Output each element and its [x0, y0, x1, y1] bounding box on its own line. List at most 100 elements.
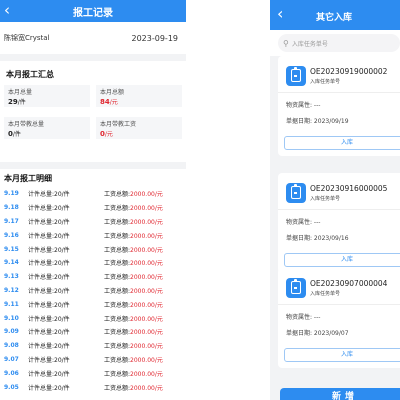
- row-date: 9.06: [4, 369, 19, 377]
- detail-row[interactable]: 9.13 计件总量:20/件 工资总额:2000.00/元: [4, 270, 186, 284]
- row-quantity: 计件总量:20/件: [28, 329, 70, 337]
- row-quantity: 计件总量:20/件: [28, 356, 70, 364]
- inbound-button[interactable]: 入库: [284, 348, 400, 362]
- detail-row[interactable]: 9.19 计件总量:20/件 工资总额:2000.00/元: [4, 187, 186, 201]
- row-quantity: 计件总量:20/件: [28, 384, 70, 392]
- row-date: 9.15: [4, 245, 19, 253]
- detail-list: 9.19 计件总量:20/件 工资总额:2000.00/元 9.18 计件总量:20/件…: [0, 187, 186, 394]
- order-code: OE20230916000005: [310, 184, 388, 193]
- detail-row[interactable]: 9.08 计件总量:20/件 工资总额:2000.00/元: [4, 339, 186, 353]
- row-wage: 工资总额:2000.00/元: [104, 205, 163, 213]
- row-quantity: 计件总量:20/件: [28, 343, 70, 351]
- row-quantity: 计件总量:20/件: [28, 191, 70, 199]
- row-date: 9.16: [4, 231, 19, 239]
- row-quantity: 计件总量:20/件: [28, 205, 70, 213]
- row-date: 9.18: [4, 204, 19, 212]
- row-date: 9.05: [4, 383, 19, 391]
- row-date: 9.09: [4, 328, 19, 336]
- stat-value: 0/元: [100, 130, 113, 138]
- divider: [278, 304, 400, 305]
- row-date: 9.07: [4, 355, 19, 363]
- stat-value: 29/件: [8, 98, 26, 106]
- stat-value: 0/件: [8, 130, 21, 138]
- row-quantity: 计件总量:20/件: [28, 246, 70, 254]
- chevron-left-icon[interactable]: ‹: [277, 5, 283, 23]
- detail-row[interactable]: 9.14 计件总量:20/件 工资总额:2000.00/元: [4, 256, 186, 270]
- search-placeholder: 入库任务单号: [291, 40, 328, 48]
- detail-row[interactable]: 9.10 计件总量:20/件 工资总额:2000.00/元: [4, 311, 186, 325]
- monthly-detail-card: 本月报工明细 9.19 计件总量:20/件 工资总额:2000.00/元 9.18 计件…: [0, 169, 186, 400]
- user-bar: 陈锦宽Crystal 2023-09-19: [0, 22, 186, 54]
- row-quantity: 计件总量:20/件: [28, 370, 70, 378]
- row-wage: 工资总额:2000.00/元: [104, 329, 163, 337]
- detail-row[interactable]: 9.11 计件总量:20/件 工资总额:2000.00/元: [4, 297, 186, 311]
- stat-value: 84/元: [100, 98, 118, 106]
- stat-label: 本月带教总量: [8, 121, 45, 128]
- row-quantity: 计件总量:20/件: [28, 232, 70, 240]
- row-date: 9.19: [4, 190, 19, 198]
- row-wage: 工资总额:2000.00/元: [104, 315, 163, 323]
- detail-row[interactable]: 9.12 计件总量:20/件 工资总额:2000.00/元: [4, 284, 186, 298]
- row-quantity: 计件总量:20/件: [28, 287, 70, 295]
- detail-row[interactable]: 9.17 计件总量:20/件 工资总额:2000.00/元: [4, 215, 186, 229]
- search-input[interactable]: ⚲ 入库任务单号: [278, 34, 400, 52]
- inbound-card[interactable]: OE20230919000002 入库任务单号 物资属性: --- 单据日期: 202…: [278, 56, 400, 156]
- order-type: 入库任务单号: [310, 79, 341, 85]
- order-code: OE20230907000004: [310, 279, 388, 288]
- detail-title: 本月报工明细: [4, 174, 52, 183]
- material-attribute: 物资属性: ---: [286, 102, 321, 109]
- inbound-button[interactable]: 入库: [284, 136, 400, 150]
- detail-row[interactable]: 9.05 计件总量:20/件 工资总额:2000.00/元: [4, 380, 186, 394]
- order-type: 入库任务单号: [310, 291, 341, 297]
- row-date: 9.10: [4, 314, 19, 322]
- user-name: 陈锦宽Crystal: [4, 34, 50, 42]
- detail-row[interactable]: 9.09 计件总量:20/件 工资总额:2000.00/元: [4, 325, 186, 339]
- page-title: 报工记录: [73, 8, 113, 19]
- header-bar: ‹ 报工记录: [0, 0, 186, 22]
- detail-row[interactable]: 9.16 计件总量:20/件 工资总额:2000.00/元: [4, 228, 186, 242]
- clipboard-icon: [286, 66, 306, 86]
- stat-teaching-wage: 本月带教工资 0/元: [96, 117, 182, 139]
- detail-row[interactable]: 9.15 计件总量:20/件 工资总额:2000.00/元: [4, 242, 186, 256]
- detail-row[interactable]: 9.18 计件总量:20/件 工资总额:2000.00/元: [4, 201, 186, 215]
- row-wage: 工资总额:2000.00/元: [104, 246, 163, 254]
- inbound-card[interactable]: OE20230907000004 入库任务单号 物资属性: --- 单据日期: 202…: [278, 268, 400, 368]
- row-date: 9.12: [4, 286, 19, 294]
- row-wage: 工资总额:2000.00/元: [104, 343, 163, 351]
- header-bar: ‹ 其它入库: [270, 0, 400, 30]
- material-attribute: 物资属性: ---: [286, 219, 321, 226]
- add-button[interactable]: 新增: [280, 388, 400, 400]
- page-title: 其它入库: [316, 13, 353, 23]
- screen: ‹ 报工记录 陈锦宽Crystal 2023-09-19 本月报工汇总 本月总量…: [0, 0, 400, 400]
- order-code: OE20230919000002: [310, 67, 388, 76]
- search-bar: ⚲ 入库任务单号: [270, 30, 400, 56]
- work-report-screen: ‹ 报工记录 陈锦宽Crystal 2023-09-19 本月报工汇总 本月总量…: [0, 0, 186, 400]
- row-wage: 工资总额:2000.00/元: [104, 301, 163, 309]
- divider: [278, 92, 400, 93]
- detail-row[interactable]: 9.06 计件总量:20/件 工资总额:2000.00/元: [4, 366, 186, 380]
- row-wage: 工资总额:2000.00/元: [104, 384, 163, 392]
- stat-label: 本月总量: [8, 89, 33, 96]
- row-wage: 工资总额:2000.00/元: [104, 370, 163, 378]
- inbound-button[interactable]: 入库: [284, 253, 400, 267]
- clipboard-icon: [286, 183, 306, 203]
- monthly-summary-card: 本月报工汇总 本月总量 29/件 本月总额 84/元 本月带教总量 0/件 本月…: [0, 61, 186, 162]
- row-quantity: 计件总量:20/件: [28, 315, 70, 323]
- row-wage: 工资总额:2000.00/元: [104, 287, 163, 295]
- order-type: 入库任务单号: [310, 196, 341, 202]
- stat-teaching-quantity: 本月带教总量 0/件: [4, 117, 90, 139]
- row-wage: 工资总额:2000.00/元: [104, 356, 163, 364]
- stat-monthly-amount: 本月总额 84/元: [96, 85, 182, 107]
- row-quantity: 计件总量:20/件: [28, 260, 70, 268]
- detail-row[interactable]: 9.07 计件总量:20/件 工资总额:2000.00/元: [4, 353, 186, 367]
- row-wage: 工资总额:2000.00/元: [104, 260, 163, 268]
- other-inbound-screen: ‹ 其它入库 ⚲ 入库任务单号 OE20230919000002 入库任务单号 物资…: [270, 0, 400, 400]
- row-wage: 工资总额:2000.00/元: [104, 191, 163, 199]
- row-date: 9.17: [4, 217, 19, 225]
- inbound-card[interactable]: OE20230916000005 入库任务单号 物资属性: --- 单据日期: 202…: [278, 173, 400, 273]
- report-date[interactable]: 2023-09-19: [132, 34, 183, 43]
- stat-label: 本月带教工资: [100, 121, 137, 128]
- summary-grid-2: 本月带教总量 0/件 本月带教工资 0/元: [4, 117, 182, 139]
- row-wage: 工资总额:2000.00/元: [104, 232, 163, 240]
- divider: [278, 209, 400, 210]
